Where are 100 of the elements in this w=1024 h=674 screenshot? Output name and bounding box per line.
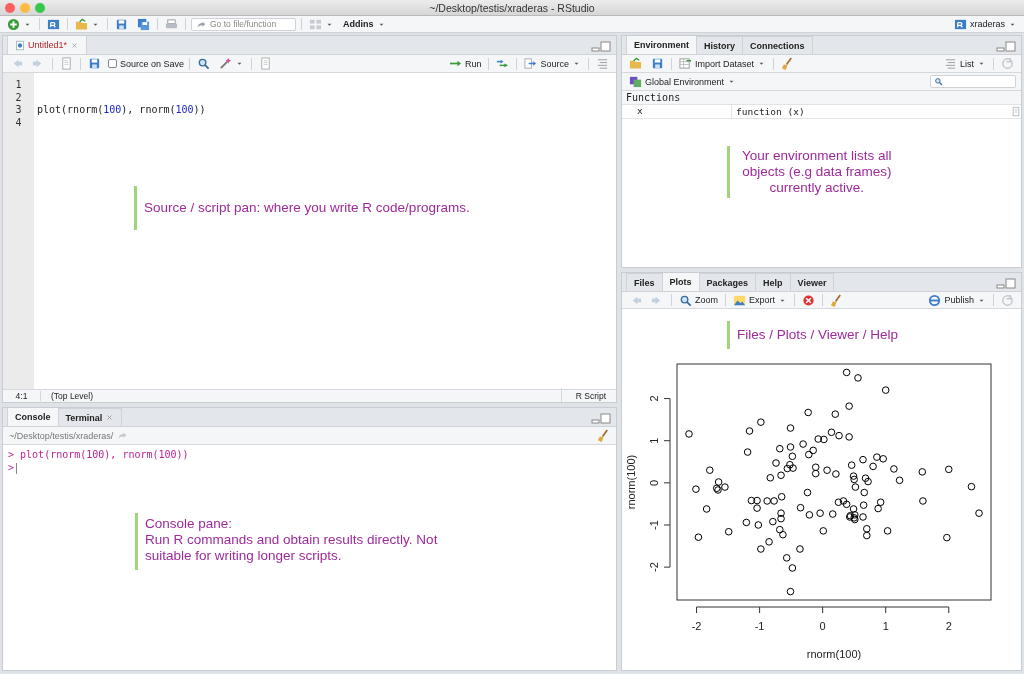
- tick-label: 1: [882, 620, 889, 632]
- toolbar-button[interactable]: Export: [731, 292, 790, 308]
- toolbar-button[interactable]: Publish: [926, 292, 988, 308]
- data-point: [854, 374, 862, 382]
- pane-tab[interactable]: Console: [7, 408, 59, 426]
- list-icon: [944, 57, 957, 70]
- data-point: [803, 488, 812, 497]
- toolbar-button[interactable]: Run: [446, 55, 484, 72]
- pane-tab[interactable]: Plots: [661, 273, 700, 291]
- data-point: [847, 461, 856, 469]
- rerun-icon: [496, 57, 510, 70]
- data-point: [876, 498, 885, 507]
- line-number: 4: [14, 116, 23, 130]
- data-point: [811, 469, 820, 478]
- tick-label: 1: [648, 437, 660, 444]
- data-point: [788, 452, 797, 461]
- data-point: [743, 448, 752, 456]
- tick-label: 0: [819, 620, 826, 632]
- refresh-icon: [1001, 57, 1014, 70]
- console-prompt: >: [8, 449, 15, 460]
- zoom-icon: [679, 293, 692, 307]
- annotation-text: Files / Plots / Viewer / Help: [737, 327, 899, 343]
- section-header: Functions: [622, 91, 1021, 105]
- publish-icon: [928, 293, 942, 307]
- tick-label: -1: [648, 520, 660, 530]
- line-number: 1: [14, 79, 23, 92]
- data-point: [819, 527, 828, 535]
- search-icon: [197, 57, 211, 70]
- pane-tab[interactable]: Help: [755, 273, 791, 291]
- data-point: [694, 533, 703, 541]
- pane-tab[interactable]: Untitled1*: [7, 36, 88, 54]
- data-point: [918, 468, 927, 476]
- data-point: [772, 459, 780, 467]
- data-point: [776, 444, 784, 453]
- data-point: [742, 518, 751, 527]
- data-point: [692, 485, 700, 493]
- toolbar-button[interactable]: Addins: [341, 16, 388, 32]
- data-point: [788, 564, 797, 572]
- tick-label: -2: [648, 562, 660, 572]
- pane-tab[interactable]: Packages: [698, 273, 757, 291]
- data-point: [860, 488, 869, 497]
- pane-tab[interactable]: Terminal: [57, 408, 123, 426]
- data-point: [786, 424, 795, 432]
- line-number: 3: [14, 104, 23, 117]
- image-icon: [733, 293, 746, 307]
- data-point: [799, 440, 807, 448]
- toolbar-button[interactable]: List: [942, 55, 988, 72]
- source-on-save-checkbox[interactable]: Source on Save: [108, 58, 185, 69]
- toolbar-button[interactable]: Zoom: [677, 292, 720, 308]
- axis-title: rnorm(100): [806, 648, 862, 660]
- data-point: [782, 554, 791, 562]
- toolbar-button[interactable]: R Script: [560, 388, 616, 402]
- data-point: [845, 433, 853, 441]
- data-point: [777, 492, 786, 501]
- minimize-maximize-icon[interactable]: [591, 40, 611, 53]
- view-function-icon[interactable]: [1011, 105, 1021, 118]
- data-point: [706, 466, 714, 474]
- data-point: [811, 463, 820, 472]
- pane-tab[interactable]: Connections: [742, 36, 813, 54]
- data-point: [685, 430, 693, 438]
- clear-console-icon[interactable]: [597, 429, 610, 442]
- toolbar-button[interactable]: xraderas: [952, 16, 1019, 32]
- annotation-text: Console pane: Run R commands and obtain results directly. Not suitable for writing longer scripts.: [145, 516, 438, 564]
- toolbar-button[interactable]: Import Dataset: [677, 55, 769, 72]
- tick-label: 0: [648, 479, 660, 486]
- code-line: plot(rnorm(100), rnorm(100)): [37, 104, 206, 116]
- minimize-maximize-icon[interactable]: [591, 412, 611, 425]
- search-field[interactable]: Go to file/function: [191, 17, 296, 31]
- table-cell: function (x): [736, 106, 805, 117]
- toolbar-button[interactable]: (Top Level): [41, 388, 104, 402]
- toolbar-button[interactable]: [135, 16, 152, 32]
- broom-icon: [781, 57, 795, 70]
- toolbar-button[interactable]: Source: [522, 55, 583, 72]
- tick-label: -2: [691, 620, 702, 632]
- minimize-maximize-icon[interactable]: [996, 40, 1016, 53]
- outline-icon: [596, 57, 609, 70]
- data-point: [804, 408, 812, 417]
- pane-tab[interactable]: History: [696, 36, 744, 54]
- data-point: [786, 587, 795, 596]
- data-point: [745, 427, 754, 435]
- data-point: [842, 368, 851, 377]
- pane-tab[interactable]: Viewer: [789, 273, 835, 291]
- data-point: [816, 509, 824, 517]
- cursor-position: 4:1: [3, 391, 41, 401]
- search-field[interactable]: [930, 75, 1016, 88]
- pane-tab[interactable]: Files: [626, 273, 663, 291]
- line-number: 2: [14, 91, 23, 105]
- broom-icon: [830, 293, 844, 307]
- data-point: [883, 527, 892, 535]
- data-point: [796, 545, 804, 553]
- pane-tab[interactable]: Environment: [626, 36, 697, 54]
- annotation-text: Source / script pan: where you write R code/programs.: [144, 200, 470, 216]
- minimize-maximize-icon[interactable]: [996, 277, 1016, 290]
- open-folder-icon: [75, 17, 88, 31]
- tick-label: 2: [945, 620, 952, 632]
- data-point: [842, 500, 851, 509]
- data-point: [796, 503, 805, 512]
- data-point: [754, 521, 763, 529]
- toolbar-button[interactable]: [627, 55, 644, 72]
- search-icon: [934, 75, 943, 88]
